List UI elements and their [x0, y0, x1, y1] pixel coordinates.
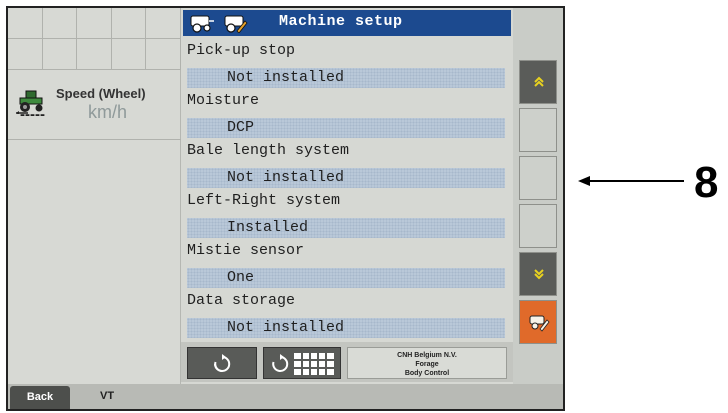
dialog-header: Machine setup — [183, 10, 511, 36]
speed-title: Speed (Wheel) — [56, 86, 146, 101]
page-down-softkey[interactable] — [519, 252, 557, 296]
baler-wrench-icon — [529, 315, 550, 332]
grid-cell — [8, 39, 43, 70]
setting-left-right-system: Left-Right system Installed — [181, 192, 513, 242]
dialog-title: Machine setup — [279, 13, 403, 30]
setting-mistie-sensor: Mistie sensor One — [181, 242, 513, 292]
company-info: CNH Belgium N.V. Forage Body Control — [347, 347, 507, 379]
callout-number: 8 — [694, 158, 719, 207]
grid-icon — [294, 353, 334, 375]
machine-setup-softkey[interactable] — [519, 300, 557, 344]
grid-cell — [77, 39, 112, 70]
setting-label: Pick-up stop — [187, 42, 296, 59]
grid-cell — [42, 8, 78, 39]
setting-label: Data storage — [187, 292, 296, 309]
grid-cell — [77, 8, 112, 39]
company-division: Forage — [415, 361, 439, 368]
speed-value: ----- — [20, 106, 45, 123]
setting-value-field[interactable]: Not installed — [187, 318, 505, 338]
softkey-blank[interactable] — [519, 204, 557, 248]
setting-value-field[interactable]: Not installed — [187, 168, 505, 188]
setting-label: Left-Right system — [187, 192, 341, 209]
double-chevron-up-icon — [534, 76, 544, 87]
grid-cell — [8, 8, 43, 39]
baler-icon — [190, 15, 214, 33]
settings-list: Pick-up stop Not installed Moisture DCP … — [181, 42, 513, 342]
machine-setup-dialog: Machine setup Pick-up stop Not installed… — [181, 8, 513, 384]
softkey-blank[interactable] — [519, 156, 557, 200]
refresh-button[interactable] — [187, 347, 257, 379]
vt-screen: Speed (Wheel) ----- km/h Machine setup P… — [6, 6, 565, 411]
setting-bale-length-system: Bale length system Not installed — [181, 142, 513, 192]
back-tab[interactable]: Back — [10, 386, 70, 409]
grid-cell — [146, 39, 181, 70]
speed-unit: km/h — [88, 102, 128, 122]
setting-value-field[interactable]: DCP — [187, 118, 505, 138]
vt-tab[interactable]: VT — [100, 390, 114, 402]
dialog-footer: CNH Belgium N.V. Forage Body Control — [181, 342, 513, 382]
setting-value-field[interactable]: Installed — [187, 218, 505, 238]
speed-widget: Speed (Wheel) ----- km/h — [8, 70, 181, 140]
grid-cell — [42, 39, 78, 70]
setting-label: Bale length system — [187, 142, 350, 159]
refresh-icon — [272, 354, 289, 372]
setting-pick-up-stop: Pick-up stop Not installed — [181, 42, 513, 92]
setting-moisture: Moisture DCP — [181, 92, 513, 142]
setting-value-field[interactable]: One — [187, 268, 505, 288]
grid-cell — [111, 8, 147, 39]
setting-label: Moisture — [187, 92, 260, 109]
callout-arrow — [578, 176, 684, 186]
grid-cell — [146, 8, 181, 39]
grid-cell — [111, 39, 147, 70]
double-chevron-down-icon — [534, 269, 544, 280]
bottom-tabs: Back VT — [8, 384, 563, 409]
baler-wrench-icon — [224, 15, 248, 33]
company-name: CNH Belgium N.V. — [397, 352, 457, 359]
empty-grid — [8, 8, 181, 70]
left-panel: Speed (Wheel) ----- km/h — [8, 8, 181, 384]
softkey-blank[interactable] — [519, 108, 557, 152]
setting-value-field[interactable]: Not installed — [187, 68, 505, 88]
setting-data-storage: Data storage Not installed — [181, 292, 513, 342]
refresh-grid-button[interactable] — [263, 347, 341, 379]
company-module: Body Control — [404, 370, 450, 377]
page-up-softkey[interactable] — [519, 60, 557, 104]
setting-label: Mistie sensor — [187, 242, 305, 259]
softkey-column — [513, 8, 563, 384]
refresh-icon — [214, 354, 231, 372]
